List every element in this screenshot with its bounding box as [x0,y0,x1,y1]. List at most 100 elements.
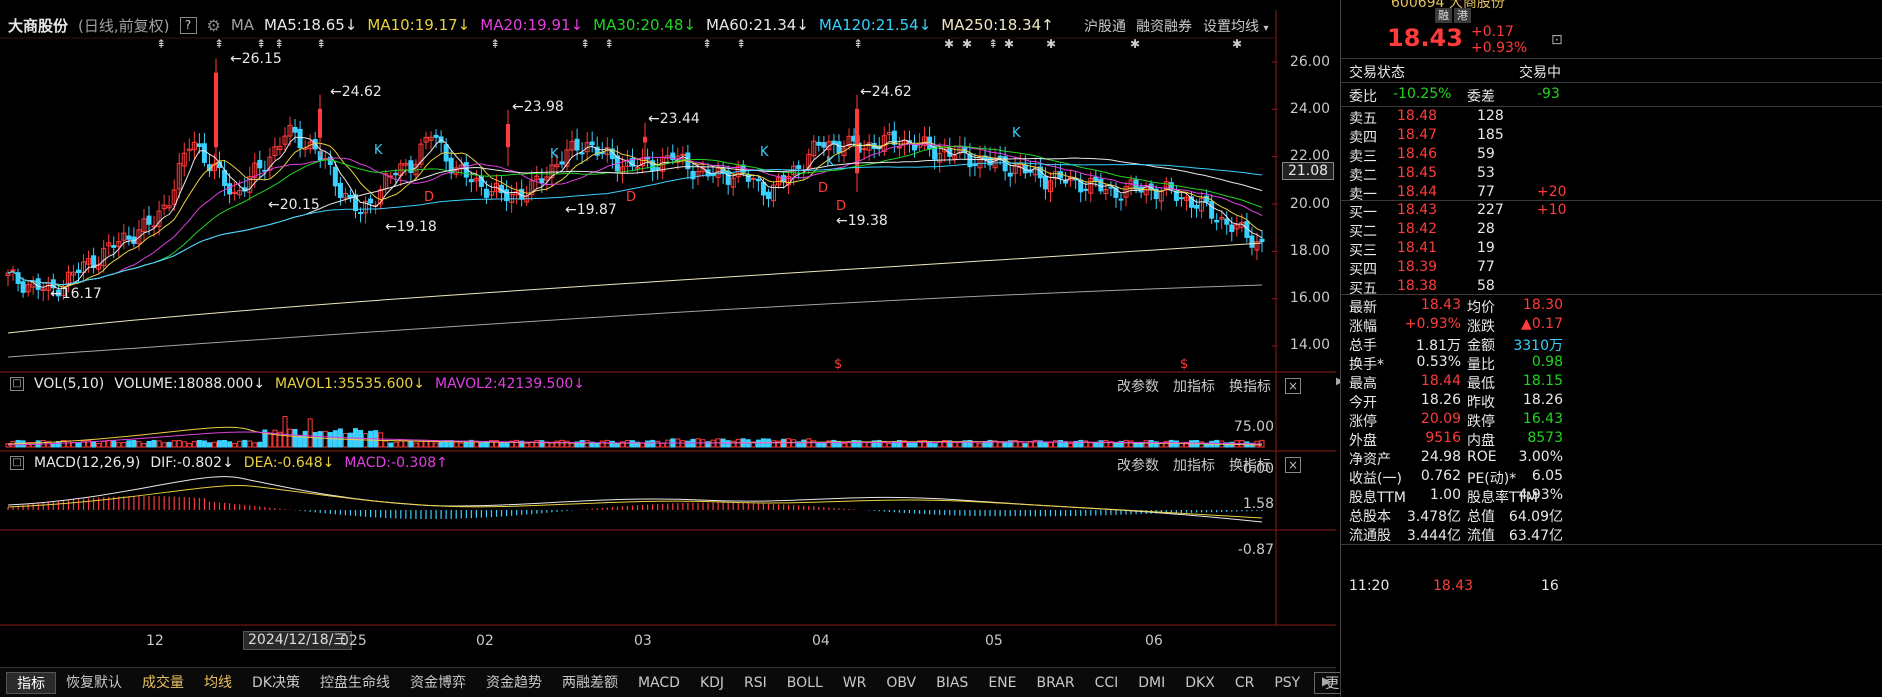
tick-row: 11:20 18.43 16 [1341,578,1882,597]
book-price: 18.42 [1397,221,1438,237]
book-label: 卖一 [1349,187,1377,203]
indicator-tab-13[interactable]: WR [833,672,877,694]
vol-close-icon[interactable]: × [1285,378,1301,394]
help-button[interactable]: ? [179,16,197,34]
indicator-tab-4[interactable]: DK决策 [242,672,310,694]
candle-body [579,152,585,155]
indicator-tab-1[interactable]: 恢复默认 [56,672,132,694]
gear-icon[interactable]: ⚙ [207,16,221,35]
high-label: ←24.62 [860,84,912,100]
volume-bar [801,439,807,448]
indicator-tab-19[interactable]: DMI [1128,672,1175,694]
indicator-tab-8[interactable]: 两融差额 [552,672,628,694]
book-price: 18.45 [1397,165,1438,181]
macd-arrow-icon: ↑ [436,455,448,471]
price-change: +0.17 +0.93% [1471,24,1527,56]
bid-row[interactable]: 买三 18.41 19 [1341,240,1882,259]
volume-bar [111,440,117,448]
indicator-tab-7[interactable]: 资金趋势 [476,672,552,694]
margin-link[interactable]: 融资融券 [1136,16,1192,36]
book-price: 18.44 [1397,184,1438,200]
price-axis-label: 16.00 [1289,290,1330,306]
candle-body [111,244,117,248]
vol-params-button[interactable]: 改参数 [1117,376,1159,396]
macd-params-button[interactable]: 改参数 [1117,455,1159,475]
candle-body [896,146,902,149]
vol-panel-title: □ VOL(5,10) VOLUME:18088.000↓ MAVOL1:355… [10,376,585,392]
indicator-tab-17[interactable]: BRAR [1027,672,1085,694]
volume-bar [242,439,248,448]
weicha-value: -93 [1537,86,1560,102]
stat-value: 1.81万 [1415,338,1461,354]
indicator-tab-9[interactable]: MACD [628,672,690,694]
candle-body [332,166,338,187]
vol-add-button[interactable]: 加指标 [1173,376,1215,396]
indicator-tab-3[interactable]: 均线 [194,672,242,694]
ask-row[interactable]: 卖三 18.46 59 [1341,146,1882,165]
indicator-tab-15[interactable]: BIAS [926,672,978,694]
bid-row[interactable]: 买一 18.43 227 +10 [1341,202,1882,221]
hgt-link[interactable]: 沪股通 [1084,16,1126,36]
vol-switch-button[interactable]: 换指标 [1229,376,1271,396]
stat-value: 18.15 [1522,373,1563,389]
k-signal: K [1012,126,1021,141]
volume-bar [151,439,157,448]
stat-value: 0.98 [1531,354,1563,370]
collapse-icon[interactable]: □ [10,377,24,391]
indicator-tab-16[interactable]: ENE [978,672,1026,694]
k-signal: K [760,145,769,160]
bid-row[interactable]: 买四 18.39 77 [1341,259,1882,278]
book-label: 卖三 [1349,149,1377,165]
event-marker-icon: ✱ [1046,37,1056,51]
indicator-tab-5[interactable]: 控盘生命线 [310,672,400,694]
stats-row: 流通股 3.444亿 流值 63.47亿 [1341,525,1882,544]
stat-label: 涨跌 [1467,319,1495,335]
stat-value: 18.26 [1420,392,1461,408]
vol-title: VOL(5,10) [34,376,105,392]
indicator-tab-0[interactable]: 指标 [6,671,56,694]
dea-value: DEA:-0.648 [243,455,323,471]
volume-bar [76,441,82,448]
weicha-label: 委差 [1467,89,1495,105]
macd-switch-button[interactable]: 换指标 [1229,455,1271,475]
ask-row[interactable]: 卖五 18.48 128 [1341,108,1882,127]
book-volume: 128 [1477,108,1504,124]
status-value: 交易中 [1519,65,1561,81]
indicator-tab-21[interactable]: CR [1225,672,1265,694]
indicator-tab-22[interactable]: PSY [1264,672,1310,694]
scroll-right-icon[interactable]: ▶ [1322,674,1331,688]
indicator-tab-2[interactable]: 成交量 [132,672,194,694]
book-volume: 58 [1477,278,1495,294]
macd-add-button[interactable]: 加指标 [1173,455,1215,475]
collapse-icon[interactable]: □ [10,456,24,470]
stat-label: 今开 [1349,395,1377,411]
mavol1-value: MAVOL1:35535.600 [275,376,414,392]
stat-value: 24.98 [1420,449,1461,465]
book-price: 18.48 [1397,108,1438,124]
volume-bar [650,439,656,448]
volume-bar [131,439,137,448]
ask-row[interactable]: 卖四 18.47 185 [1341,127,1882,146]
indicator-tab-6[interactable]: 资金博弈 [400,672,476,694]
date-label: 05 [985,633,1003,649]
ask-row[interactable]: 卖二 18.45 53 [1341,165,1882,184]
stat-label: 净资产 [1349,452,1391,468]
volume-bar [483,441,489,448]
macd-close-icon[interactable]: × [1285,457,1301,473]
indicator-tab-20[interactable]: DKX [1175,672,1225,694]
indicator-tab-12[interactable]: BOLL [777,672,833,694]
volume-bar [831,439,837,448]
expand-icon[interactable]: ⊡ [1551,32,1563,48]
indicator-tab-10[interactable]: KDJ [690,672,734,694]
indicator-tab-11[interactable]: RSI [734,672,777,694]
bid-row[interactable]: 买二 18.42 28 [1341,221,1882,240]
indicator-tab-14[interactable]: OBV [876,672,926,694]
candle-body [483,188,489,198]
kline-chart-canvas[interactable]: ←26.15 ←24.62 ←23.98 ←23.44 ←24.62 ←16.17 ←20.… [0,0,1336,667]
price-axis-label: 26.00 [1289,54,1330,70]
book-label: 卖二 [1349,168,1377,184]
indicator-tab-18[interactable]: CCI [1085,672,1129,694]
ma-settings-link[interactable]: 设置均线 ▾ [1203,16,1268,36]
stat-value: 1.00 [1429,487,1461,503]
stat-label: 总手 [1349,338,1377,354]
